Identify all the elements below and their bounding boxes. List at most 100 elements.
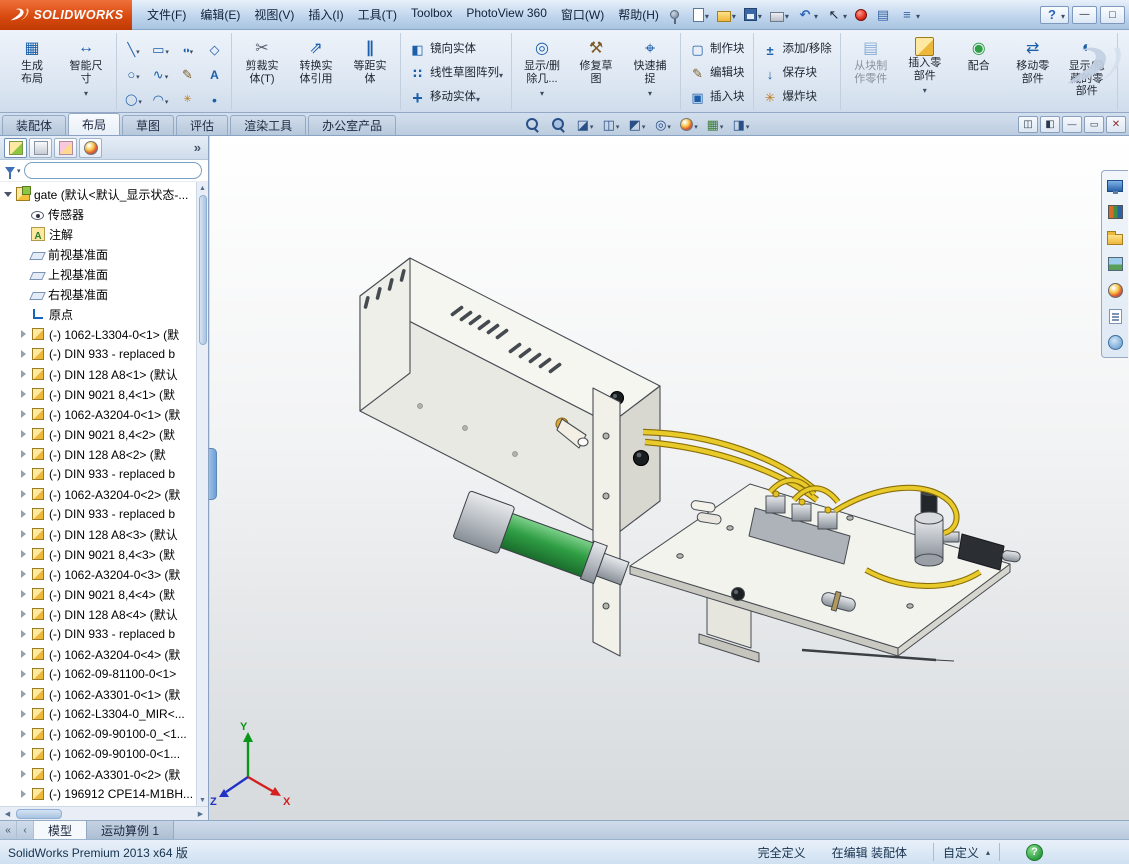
expand-arrow-icon[interactable]: [19, 469, 29, 479]
enclosure-component[interactable]: [360, 258, 660, 656]
motion-study-1-tab[interactable]: 运动算例 1: [87, 821, 174, 839]
expand-arrow-icon[interactable]: [4, 189, 14, 199]
configurationmanager-tab[interactable]: [54, 138, 77, 158]
new-document-button[interactable]: [689, 4, 713, 26]
expand-arrow-icon[interactable]: [19, 269, 29, 279]
panel-splitter-grip[interactable]: [209, 448, 217, 500]
tree-plane-right[interactable]: 右视基准面: [0, 284, 196, 304]
expand-arrow-icon[interactable]: [19, 429, 29, 439]
restore-document-button[interactable]: [1084, 116, 1104, 133]
menu-edit[interactable]: 编辑(E): [193, 2, 247, 27]
view-orientation-button[interactable]: [599, 115, 623, 134]
expand-arrow-icon[interactable]: [19, 369, 29, 379]
tree-plane-top[interactable]: 上视基准面: [0, 264, 196, 284]
expand-arrow-icon[interactable]: [19, 509, 29, 519]
close-document-button[interactable]: [1106, 116, 1126, 133]
tree-plane-front[interactable]: 前视基准面: [0, 244, 196, 264]
menu-view[interactable]: 视图(V): [247, 2, 301, 27]
create-layout-button[interactable]: 生成 布局: [5, 33, 59, 105]
tree-component[interactable]: (-) 1062-09-90100-0_<1...: [0, 724, 196, 744]
slot-tool-button[interactable]: [174, 37, 201, 62]
add-remove-button[interactable]: 添加/移除: [757, 40, 837, 60]
expand-arrow-icon[interactable]: [19, 649, 29, 659]
display-style-button[interactable]: [625, 115, 649, 134]
open-document-button[interactable]: [713, 4, 740, 26]
select-button[interactable]: [822, 4, 851, 26]
tab-sketch[interactable]: 草图: [122, 115, 174, 135]
text-tool-button[interactable]: [201, 62, 228, 87]
pane-toggle-left-button[interactable]: [1018, 116, 1038, 133]
tree-component[interactable]: (-) 1062-09-90100-0<1...: [0, 744, 196, 764]
tree-component[interactable]: (-) DIN 128 A8<1> (默认: [0, 364, 196, 384]
expand-arrow-icon[interactable]: [19, 749, 29, 759]
menu-toolbox[interactable]: Toolbox: [404, 2, 459, 27]
tree-component[interactable]: (-) DIN 9021 8,4<3> (默: [0, 544, 196, 564]
expand-arrow-icon[interactable]: [19, 449, 29, 459]
tree-component[interactable]: (-) 1062-09-81100-0<1>: [0, 664, 196, 684]
display-delete-relations-button[interactable]: 显示/删 除几...: [515, 33, 569, 105]
circle-tool-button[interactable]: [120, 62, 147, 87]
save-block-button[interactable]: 保存块: [757, 64, 823, 84]
section-view-button[interactable]: [573, 115, 597, 134]
expand-arrow-icon[interactable]: [19, 329, 29, 339]
tree-folder-annotations[interactable]: 注解: [0, 224, 196, 244]
filter-dropdown-arrow-icon[interactable]: ▾: [17, 167, 21, 175]
valve-plate-assembly[interactable]: [630, 432, 1021, 662]
tree-component[interactable]: (-) 196912 CPE14-M1BH...: [0, 784, 196, 804]
expand-arrow-icon[interactable]: [19, 209, 29, 219]
tree-component[interactable]: (-) 1062-A3204-0<4> (默: [0, 644, 196, 664]
filter-funnel-icon[interactable]: [5, 167, 15, 174]
undo-button[interactable]: [793, 4, 822, 26]
file-explorer-tab[interactable]: [1104, 227, 1126, 249]
featuremanager-tree-tab[interactable]: [4, 138, 27, 158]
tree-component[interactable]: (-) 1062-A3301-0<2> (默: [0, 764, 196, 784]
expand-arrow-icon[interactable]: [19, 309, 29, 319]
expand-arrow-icon[interactable]: [19, 729, 29, 739]
expand-arrow-icon[interactable]: [19, 589, 29, 599]
model-tab[interactable]: 模型: [34, 821, 87, 839]
save-button[interactable]: [740, 4, 766, 26]
line-tool-button[interactable]: [120, 37, 147, 62]
graphics-viewport[interactable]: Y X Z: [210, 136, 1129, 820]
expand-arrow-icon[interactable]: [19, 709, 29, 719]
3d-model-canvas[interactable]: Y X Z: [210, 136, 1129, 820]
view-palette-tab[interactable]: [1104, 253, 1126, 275]
explode-block-button[interactable]: 爆炸块: [757, 88, 823, 108]
tree-filter-input[interactable]: [24, 162, 202, 179]
offset-entities-button[interactable]: 等距实 体: [343, 33, 397, 105]
tree-component[interactable]: (-) DIN 128 A8<3> (默认: [0, 524, 196, 544]
convert-entities-button[interactable]: 转换实 体引用: [289, 33, 343, 105]
scrollbar-thumb[interactable]: [16, 809, 62, 819]
tree-component[interactable]: (-) DIN 128 A8<2> (默: [0, 444, 196, 464]
tree-component[interactable]: (-) 1062-L3304-0_MIR<...: [0, 704, 196, 724]
edit-appearance-button[interactable]: [677, 115, 701, 134]
tree-folder-sensors[interactable]: 传感器: [0, 204, 196, 224]
tree-origin[interactable]: 原点: [0, 304, 196, 324]
model-tabs-scroll-first-button[interactable]: [0, 821, 17, 839]
make-part-from-block-button[interactable]: 从块制 作零件: [844, 33, 898, 105]
tab-office-products[interactable]: 办公室产品: [308, 115, 396, 135]
pin-menubar-icon[interactable]: [670, 10, 679, 19]
design-library-tab[interactable]: [1104, 201, 1126, 223]
file-properties-button[interactable]: [871, 4, 895, 26]
options-button[interactable]: [895, 4, 924, 26]
solidworks-resources-tab[interactable]: [1104, 175, 1126, 197]
displaymanager-tab[interactable]: [79, 138, 102, 158]
expand-arrow-icon[interactable]: [19, 689, 29, 699]
tree-component[interactable]: (-) 1062-A3301-0<1> (默: [0, 684, 196, 704]
tab-render-tools[interactable]: 渲染工具: [230, 115, 306, 135]
spline-tool-button[interactable]: [147, 62, 174, 87]
tree-component[interactable]: (-) 1062-A3204-0<3> (默: [0, 564, 196, 584]
menu-help[interactable]: 帮助(H): [611, 2, 666, 27]
rectangle-tool-button[interactable]: [147, 37, 174, 62]
zoom-to-fit-button[interactable]: [521, 115, 545, 134]
make-block-button[interactable]: 制作块: [684, 40, 750, 60]
minimize-document-button[interactable]: [1062, 116, 1082, 133]
appearances-scenes-tab[interactable]: [1104, 279, 1126, 301]
solidworks-forum-tab[interactable]: [1104, 331, 1126, 353]
tab-layout[interactable]: 布局: [68, 113, 120, 135]
menu-tools[interactable]: 工具(T): [351, 2, 404, 27]
edit-block-button[interactable]: 编辑块: [684, 64, 750, 84]
help-menu-button[interactable]: [1040, 6, 1069, 24]
scroll-right-icon[interactable]: ▶: [193, 808, 208, 820]
